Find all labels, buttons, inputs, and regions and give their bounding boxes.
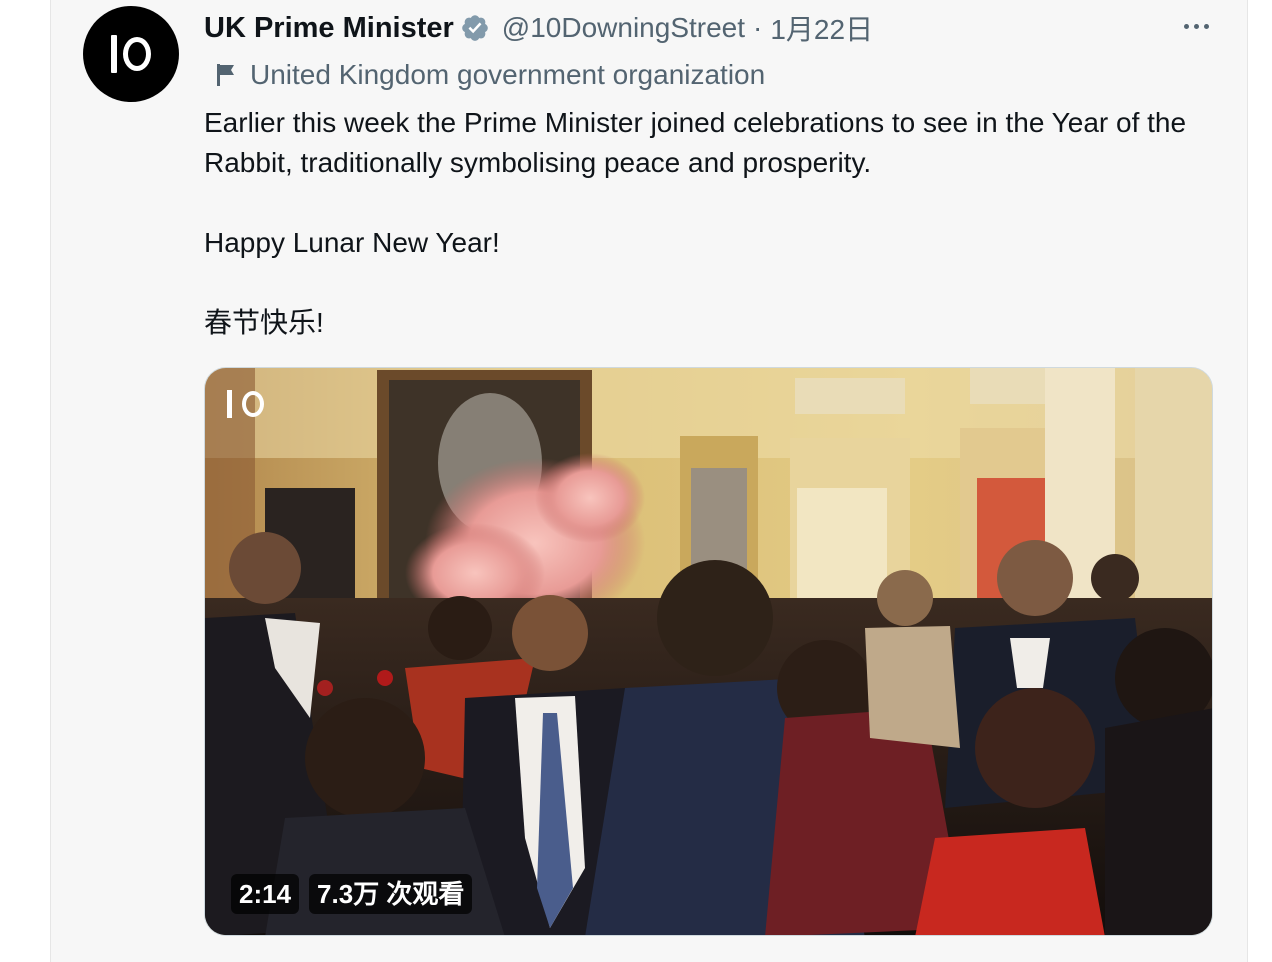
affiliation-label[interactable]: United Kingdom government organization (250, 59, 765, 91)
affiliation-label-row: United Kingdom government organization (214, 56, 765, 94)
number-10-logo-icon (111, 35, 151, 73)
more-options-icon (1183, 23, 1189, 29)
video-player[interactable]: 2:14 7.3万 次观看 (204, 367, 1213, 936)
tweet-paragraph: 春节快乐! (204, 307, 324, 338)
tweet-paragraph: Earlier this week the Prime Minister joi… (204, 107, 1187, 178)
author-name[interactable]: UK Prime Minister (204, 12, 454, 45)
header-separator: · (753, 12, 763, 43)
more-dot (1193, 23, 1199, 29)
tweet-text: Earlier this week the Prime Minister joi… (204, 103, 1224, 343)
tweet-paragraph: Happy Lunar New Year! (204, 227, 500, 258)
video-duration: 2:14 (231, 874, 300, 914)
more-dot (1203, 23, 1209, 29)
page: UK Prime Minister @10DowningStreet · 1月2… (0, 0, 1272, 962)
flag-icon (214, 62, 238, 88)
author-handle[interactable]: @10DowningStreet (502, 12, 745, 44)
tweet-date[interactable]: 1月22日 (770, 8, 873, 48)
video-thumbnail (205, 368, 1212, 935)
author-avatar[interactable] (83, 6, 179, 102)
verified-badge-icon[interactable] (460, 13, 490, 43)
number-10-watermark-icon (227, 390, 264, 418)
video-view-count: 7.3万 次观看 (309, 874, 473, 914)
video-stats: 2:14 7.3万 次观看 (231, 874, 473, 914)
more-options-button[interactable] (1174, 10, 1218, 42)
tweet-header: UK Prime Minister @10DowningStreet · 1月2… (204, 8, 873, 48)
